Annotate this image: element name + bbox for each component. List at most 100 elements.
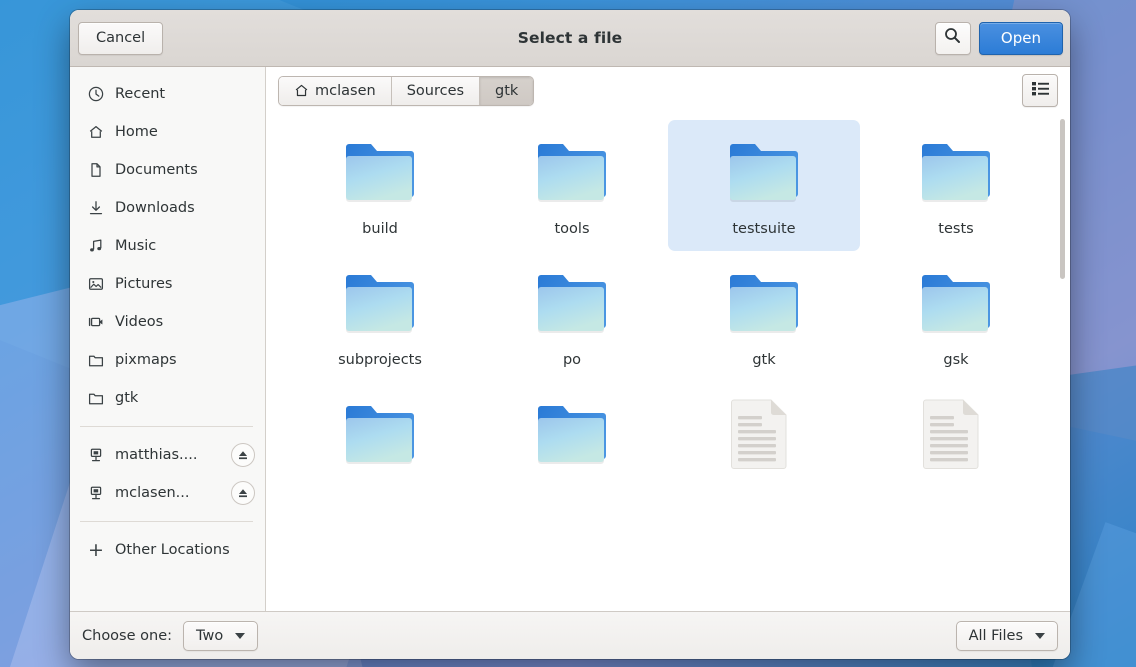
sidebar-item-label: Recent: [115, 86, 165, 102]
sidebar-device-matthias[interactable]: matthias....: [70, 436, 265, 474]
choose-one-label: Choose one:: [82, 628, 172, 644]
sidebar-item-label: pixmaps: [115, 352, 177, 368]
sidebar-item-videos[interactable]: Videos: [70, 303, 265, 341]
home-icon: [88, 124, 104, 140]
sidebar-item-pictures[interactable]: Pictures: [70, 265, 265, 303]
download-icon: [88, 200, 104, 216]
choice-dropdown[interactable]: Two: [183, 621, 258, 651]
list-view-toggle-button[interactable]: [1022, 74, 1058, 107]
sidebar-item-label: Downloads: [115, 200, 195, 216]
folder-icon: [341, 394, 419, 472]
sidebar-item-gtk[interactable]: gtk: [70, 379, 265, 417]
plus-icon: +: [88, 542, 104, 558]
eject-icon[interactable]: [231, 481, 255, 505]
file-grid-item[interactable]: gtk: [668, 251, 860, 382]
headerbar-right-group: Open: [935, 22, 1063, 55]
places-sidebar[interactable]: Recent Home: [70, 67, 266, 611]
sidebar-item-label: Home: [115, 124, 158, 140]
choice-dropdown-value: Two: [196, 628, 223, 644]
file-filter-dropdown[interactable]: All Files: [956, 621, 1058, 651]
folder-icon: [725, 132, 803, 210]
sidebar-device-label: matthias....: [115, 447, 197, 463]
video-camera-icon: [88, 314, 104, 330]
file-grid-item-label: tests: [938, 221, 973, 237]
folder-icon: [533, 394, 611, 472]
sidebar-item-label: Other Locations: [115, 542, 230, 558]
file-browser-pane: mclasen Sources gtk: [266, 67, 1070, 611]
sidebar-item-label: gtk: [115, 390, 138, 406]
dialog-title: Select a file: [70, 29, 1070, 47]
file-chooser-dialog: Cancel Select a file Open: [70, 10, 1070, 659]
breadcrumb-item-mclasen[interactable]: mclasen: [279, 77, 392, 105]
folder-outline-icon: [88, 352, 104, 368]
file-grid-item-label: tools: [554, 221, 589, 237]
picture-icon: [88, 276, 104, 292]
document-icon: [725, 394, 803, 472]
file-grid-item[interactable]: build: [284, 120, 476, 251]
document-icon: [88, 162, 104, 178]
clock-icon: [88, 86, 104, 102]
breadcrumb-label: gtk: [495, 83, 518, 99]
sidebar-item-home[interactable]: Home: [70, 113, 265, 151]
home-icon: [294, 83, 309, 98]
sidebar-item-downloads[interactable]: Downloads: [70, 189, 265, 227]
file-grid-item-label: gsk: [943, 352, 968, 368]
search-button[interactable]: [935, 22, 971, 55]
breadcrumb-item-sources[interactable]: Sources: [392, 77, 480, 105]
file-grid-item[interactable]: subprojects: [284, 251, 476, 382]
dialog-body: Recent Home: [70, 67, 1070, 612]
sidebar-separator: [80, 521, 253, 522]
vertical-scrollbar[interactable]: [1060, 119, 1065, 279]
file-grid-item[interactable]: tests: [860, 120, 1052, 251]
chevron-down-icon: [235, 633, 245, 639]
file-grid-item[interactable]: gsk: [860, 251, 1052, 382]
file-grid-item-label: po: [563, 352, 581, 368]
dialog-action-bar: Choose one: Two All Files: [70, 612, 1070, 659]
breadcrumb-item-gtk[interactable]: gtk: [480, 77, 533, 105]
eject-icon[interactable]: [231, 443, 255, 467]
folder-icon: [341, 132, 419, 210]
file-grid[interactable]: build tools testsuite: [266, 114, 1070, 497]
drive-icon: [88, 447, 104, 463]
sidebar-item-documents[interactable]: Documents: [70, 151, 265, 189]
breadcrumb[interactable]: mclasen Sources gtk: [278, 76, 534, 106]
file-grid-item[interactable]: [284, 382, 476, 497]
dialog-headerbar: Cancel Select a file Open: [70, 10, 1070, 67]
folder-icon: [341, 263, 419, 341]
file-grid-item[interactable]: [860, 382, 1052, 497]
file-grid-area[interactable]: build tools testsuite: [266, 114, 1070, 611]
sidebar-item-recent[interactable]: Recent: [70, 75, 265, 113]
pathbar-row: mclasen Sources gtk: [266, 67, 1070, 114]
file-grid-item[interactable]: tools: [476, 120, 668, 251]
sidebar-item-pixmaps[interactable]: pixmaps: [70, 341, 265, 379]
folder-icon: [533, 132, 611, 210]
file-grid-item-label: subprojects: [338, 352, 422, 368]
sidebar-item-label: Music: [115, 238, 156, 254]
folder-icon: [725, 263, 803, 341]
breadcrumb-label: mclasen: [315, 83, 376, 99]
sidebar-item-label: Pictures: [115, 276, 172, 292]
sidebar-item-music[interactable]: Music: [70, 227, 265, 265]
search-icon: [944, 27, 961, 49]
sidebar-device-mclasen[interactable]: mclasen...: [70, 474, 265, 512]
music-note-icon: [88, 238, 104, 254]
desktop-background: Cancel Select a file Open: [0, 0, 1136, 667]
folder-icon: [533, 263, 611, 341]
cancel-button[interactable]: Cancel: [78, 22, 163, 55]
sidebar-device-label: mclasen...: [115, 485, 190, 501]
file-grid-item[interactable]: [476, 382, 668, 497]
sidebar-item-label: Videos: [115, 314, 163, 330]
list-view-icon: [1032, 81, 1049, 101]
sidebar-item-label: Documents: [115, 162, 198, 178]
sidebar-separator: [80, 426, 253, 427]
sidebar-item-other-locations[interactable]: + Other Locations: [70, 531, 265, 569]
folder-icon: [917, 263, 995, 341]
file-grid-item-selected[interactable]: testsuite: [668, 120, 860, 251]
file-grid-item[interactable]: [668, 382, 860, 497]
folder-icon: [917, 132, 995, 210]
open-button[interactable]: Open: [979, 22, 1063, 55]
folder-outline-icon: [88, 390, 104, 406]
chevron-down-icon: [1035, 633, 1045, 639]
file-filter-value: All Files: [969, 628, 1023, 644]
file-grid-item[interactable]: po: [476, 251, 668, 382]
